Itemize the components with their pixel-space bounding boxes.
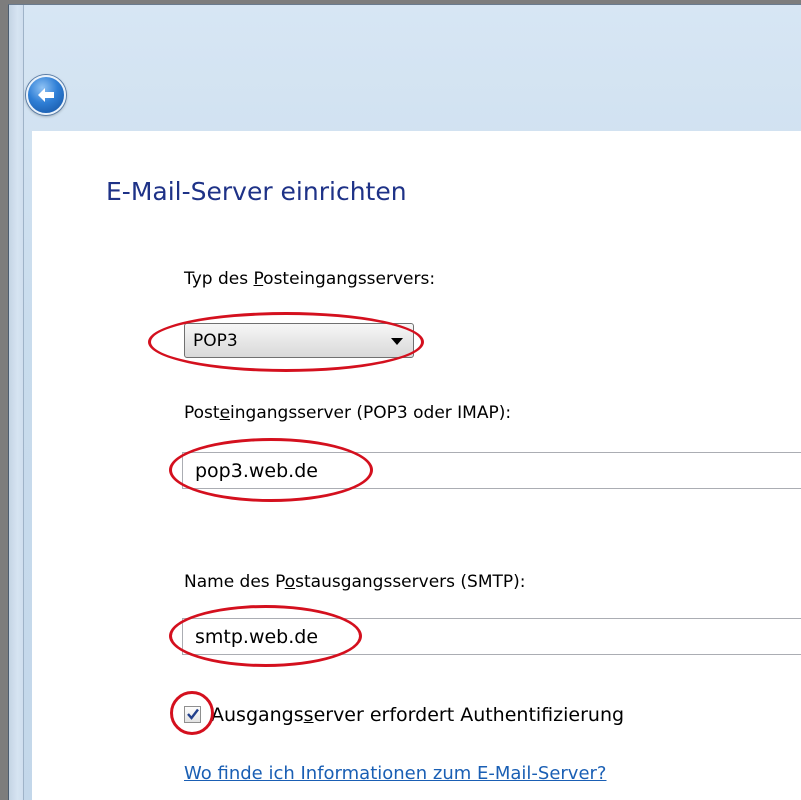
page-title: E-Mail-Server einrichten [106,177,407,206]
auth-checkbox-label[interactable]: Ausgangsserver erfordert Authentifizieru… [211,704,624,726]
checkmark-icon [187,708,199,720]
outgoing-server-field[interactable]: smtp.web.de [182,618,801,655]
outgoing-server-label: Name des Postausgangsservers (SMTP): [184,572,526,592]
window-border [9,5,24,800]
incoming-server-label: Posteingangsserver (POP3 oder IMAP): [184,403,512,423]
outgoing-server-value: smtp.web.de [195,626,319,648]
help-link[interactable]: Wo finde ich Informationen zum E-Mail-Se… [184,763,607,784]
incoming-server-field[interactable]: pop3.web.de [182,452,801,489]
back-arrow-icon [38,88,54,102]
incoming-server-value: pop3.web.de [195,460,318,482]
back-button[interactable] [26,75,66,115]
auth-checkbox[interactable] [184,706,201,723]
content-panel: E-Mail-Server einrichten Typ des Postein… [32,131,801,800]
dialog-window: E-Mail-Server einrichten Typ des Postein… [8,4,801,800]
incoming-type-value: POP3 [193,331,238,351]
incoming-type-select[interactable]: POP3 [184,323,414,358]
dropdown-arrow-icon[interactable] [391,338,403,345]
incoming-type-label: Typ des Posteingangsservers: [184,269,436,289]
